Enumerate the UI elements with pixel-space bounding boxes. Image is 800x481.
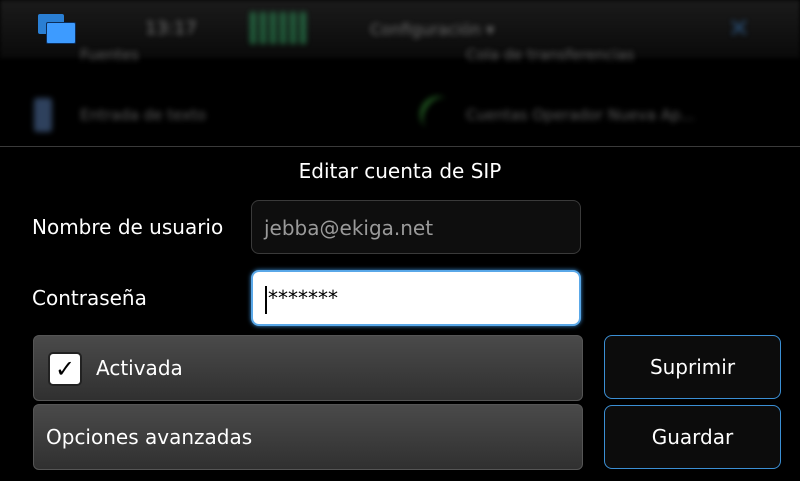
password-value: ******* xyxy=(268,286,338,310)
username-field[interactable]: jebba@ekiga.net xyxy=(251,200,581,254)
status-title: Configuración ▾ xyxy=(370,20,495,39)
grid-item-label: Cuentas Operador Nueva Ap... xyxy=(466,106,695,124)
advanced-options-label: Opciones avanzadas xyxy=(46,425,253,449)
advanced-options-button[interactable]: Opciones avanzadas xyxy=(33,404,583,470)
grid-item-label: Fuentes xyxy=(80,46,139,64)
switcher-window-front xyxy=(46,22,76,44)
text-input-app-icon xyxy=(34,98,52,132)
save-button[interactable]: Guardar xyxy=(604,405,781,469)
username-value: jebba@ekiga.net xyxy=(264,216,434,240)
check-icon[interactable]: ✓ xyxy=(48,352,82,386)
grid-item-label: Cola de transferencias xyxy=(466,46,635,64)
enabled-toggle[interactable]: ✓ Activada xyxy=(33,335,583,401)
edit-sip-account-dialog: Editar cuenta de SIP Nombre de usuario j… xyxy=(0,146,800,481)
delete-button[interactable]: Suprimir xyxy=(604,335,781,399)
username-label: Nombre de usuario xyxy=(32,215,224,239)
enabled-label: Activada xyxy=(96,356,183,380)
signal-bars-icon xyxy=(250,12,310,44)
dialog-title: Editar cuenta de SIP xyxy=(298,159,502,183)
task-switcher-icon[interactable] xyxy=(38,14,76,44)
grid-item-label: Entrada de texto xyxy=(80,106,207,124)
close-icon: ✕ xyxy=(728,14,750,44)
password-field[interactable]: ******* xyxy=(251,270,581,326)
status-clock: 13:17 xyxy=(145,18,197,39)
background-app-view: 13:17 Configuración ▾ ✕ Fuentes Cola de … xyxy=(0,0,800,146)
text-caret xyxy=(265,285,267,314)
password-label: Contraseña xyxy=(32,286,147,310)
phone-icon xyxy=(412,89,463,139)
